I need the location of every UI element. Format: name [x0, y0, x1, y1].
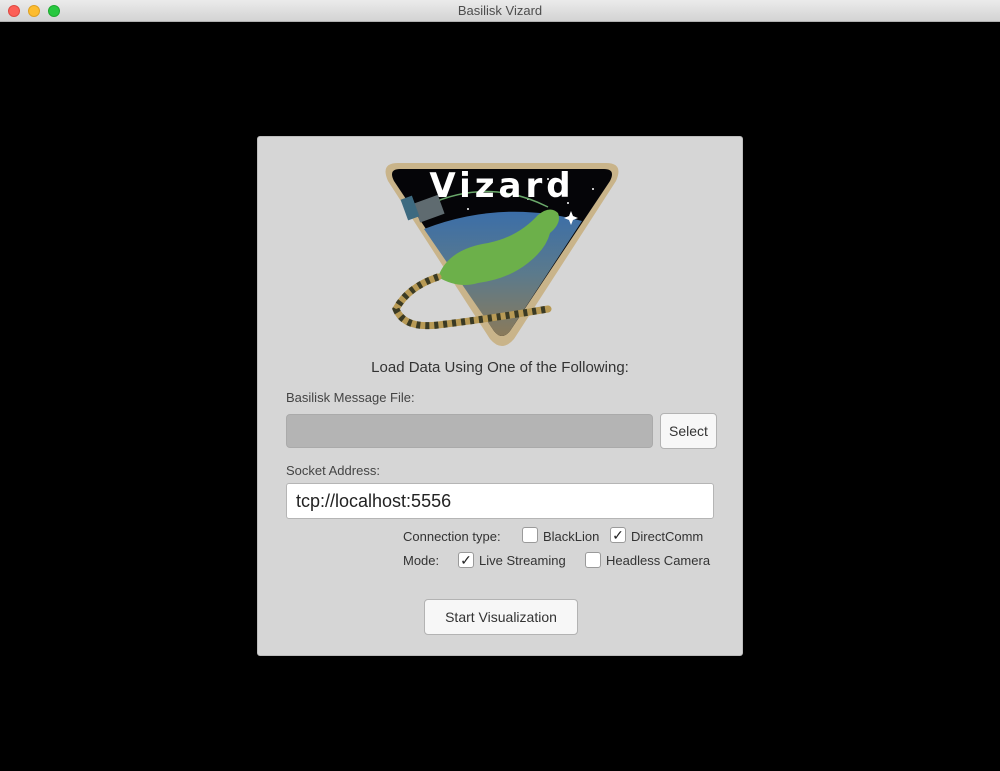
headless-camera-label: Headless Camera [606, 553, 711, 568]
vizard-logo: Vizard [385, 163, 619, 346]
mode-label: Mode: [403, 553, 440, 568]
blacklion-label: BlackLion [543, 529, 600, 544]
checkmark-icon: ✓ [460, 552, 472, 568]
message-file-label: Basilisk Message File: [286, 390, 415, 405]
start-visualization-button[interactable]: Start Visualization [424, 599, 578, 635]
live-streaming-checkbox[interactable]: ✓ [458, 552, 474, 568]
window-title: Basilisk Vizard [457, 3, 543, 18]
logo-text: Vizard [429, 166, 574, 206]
app-window: Basilisk Vizard Vizard Load Data Using O… [0, 0, 1000, 771]
headless-camera-checkbox[interactable] [585, 552, 601, 568]
load-data-panel: Vizard Load Data Using One of the Follow… [257, 136, 743, 656]
socket-address-label: Socket Address: [286, 463, 380, 478]
socket-address-input[interactable] [286, 483, 714, 519]
connection-type-label: Connection type: [403, 529, 501, 544]
live-streaming-label: Live Streaming [479, 553, 566, 568]
directcomm-checkbox[interactable]: ✓ [610, 527, 626, 543]
checkmark-icon: ✓ [612, 527, 624, 543]
title-bar: Basilisk Vizard [0, 0, 1000, 22]
select-file-button[interactable]: Select [660, 413, 717, 449]
load-data-heading: Load Data Using One of the Following: [371, 359, 629, 376]
message-file-field[interactable] [286, 414, 653, 448]
blacklion-checkbox[interactable] [522, 527, 538, 543]
directcomm-label: DirectComm [631, 529, 704, 544]
